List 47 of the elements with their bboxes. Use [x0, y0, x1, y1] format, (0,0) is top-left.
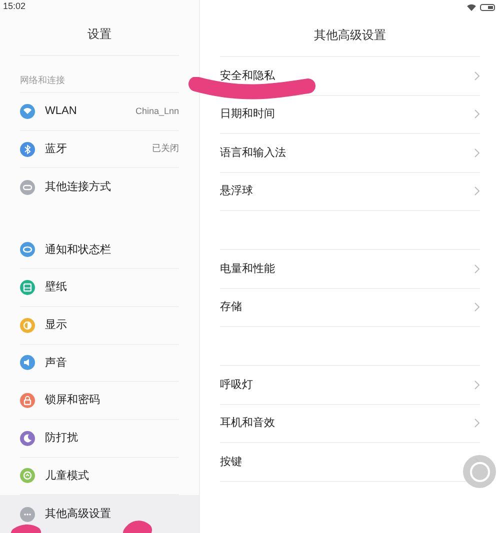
chevron-right-icon	[474, 186, 480, 196]
settings-item[interactable]: WLAN China_Lnn	[0, 93, 199, 131]
settings-item[interactable]: 其他高级设置	[0, 495, 199, 533]
item-label: 显示	[45, 318, 68, 333]
page-title: 其他高级设置	[314, 27, 386, 44]
item-label: 儿童模式	[45, 468, 90, 484]
page-title: 设置	[88, 26, 112, 44]
settings-row[interactable]: 日期和时间	[220, 96, 480, 134]
settings-item[interactable]: 显示	[0, 306, 199, 345]
settings-row[interactable]: 耳机和音效	[220, 404, 480, 443]
chevron-right-icon	[474, 302, 480, 312]
item-label: 其他高级设置	[45, 506, 112, 522]
wifi-icon	[467, 4, 476, 10]
item-value: China_Lnn	[135, 104, 179, 118]
settings-item[interactable]: 锁屏和密码	[0, 382, 199, 420]
settings-row[interactable]: 安全和隐私	[220, 57, 480, 96]
item-label: 通知和状态栏	[45, 242, 112, 258]
settings-item[interactable]: 通知和状态栏	[0, 232, 199, 270]
chevron-right-icon	[474, 148, 480, 158]
item-label: 声音	[45, 356, 68, 371]
settings-item[interactable]: 蓝牙 已关闭	[0, 130, 199, 168]
pen-stroke	[11, 523, 41, 533]
settings-item[interactable]: 防打扰	[0, 420, 199, 458]
settings-item[interactable]: 声音	[0, 344, 199, 382]
item-label: 防打扰	[45, 431, 79, 446]
status-time: 15:02	[3, 2, 26, 12]
section-label: 网络和连接	[20, 74, 65, 87]
settings-row[interactable]: 呼吸灯	[220, 366, 480, 404]
item-label: 壁纸	[45, 280, 68, 296]
chevron-right-icon	[474, 264, 480, 274]
item-label: 蓝牙	[45, 142, 68, 157]
chevron-right-icon	[474, 418, 480, 428]
chevron-right-icon	[474, 70, 480, 81]
settings-row[interactable]: 电量和性能	[220, 250, 480, 288]
settings-row[interactable]: 语言和输入法	[220, 134, 480, 172]
chevron-right-icon	[474, 380, 480, 390]
pen-stroke	[122, 518, 153, 533]
battery-icon	[480, 4, 496, 10]
chevron-right-icon	[474, 109, 480, 120]
settings-item[interactable]: 其他连接方式	[0, 168, 199, 206]
item-label: 其他连接方式	[45, 180, 112, 196]
settings-row[interactable]: 悬浮球	[220, 172, 480, 211]
item-value: 已关闭	[152, 142, 179, 156]
item-label: WLAN	[45, 104, 78, 120]
settings-row[interactable]: 存储	[220, 288, 480, 327]
settings-item[interactable]: 壁纸	[0, 269, 199, 307]
item-label: 锁屏和密码	[45, 392, 101, 408]
